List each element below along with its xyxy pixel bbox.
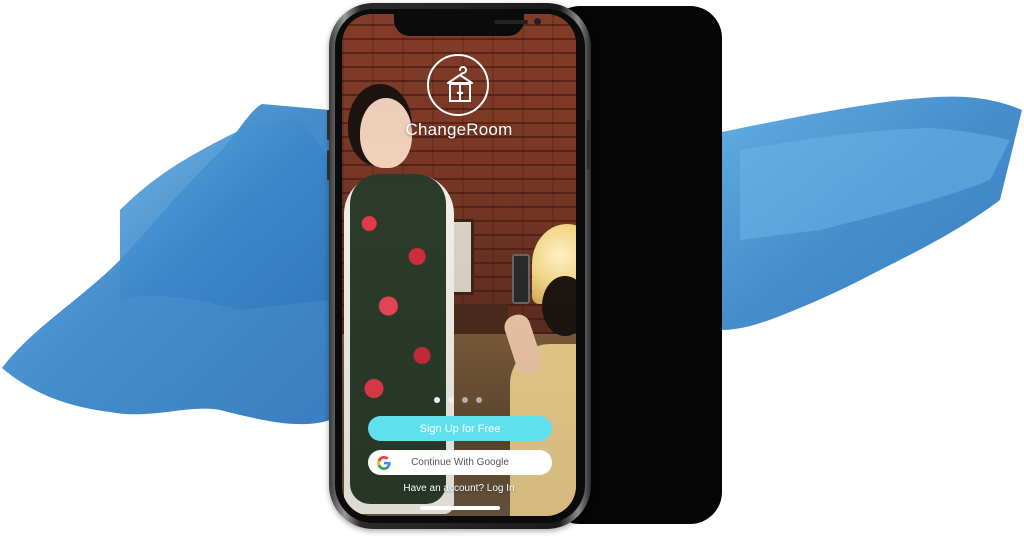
page-dot-4[interactable] (476, 397, 482, 403)
app-name: ChangeRoom (405, 120, 513, 139)
earpiece-speaker (494, 20, 528, 24)
notch (394, 14, 541, 36)
signup-button[interactable]: Sign Up for Free (368, 416, 552, 441)
page-indicator (434, 397, 494, 405)
front-camera (534, 18, 541, 25)
google-signin-button[interactable]: Continue With Google (368, 450, 552, 475)
app-logo (427, 54, 489, 116)
phone-screen: ChangeRoom Sign Up for Free Continue Wit… (342, 14, 576, 516)
page-dot-2[interactable] (448, 397, 454, 403)
login-link[interactable]: Have an account? Log In (342, 483, 576, 494)
volume-button-up (327, 110, 330, 140)
home-indicator (420, 506, 500, 510)
google-icon (377, 456, 391, 470)
side-button (587, 120, 591, 170)
page-dot-1[interactable] (434, 397, 440, 403)
google-signin-label: Continue With Google (411, 457, 509, 468)
volume-button-down (327, 150, 330, 180)
page-dot-3[interactable] (462, 397, 468, 403)
wardrobe-hanger-icon (447, 66, 473, 102)
